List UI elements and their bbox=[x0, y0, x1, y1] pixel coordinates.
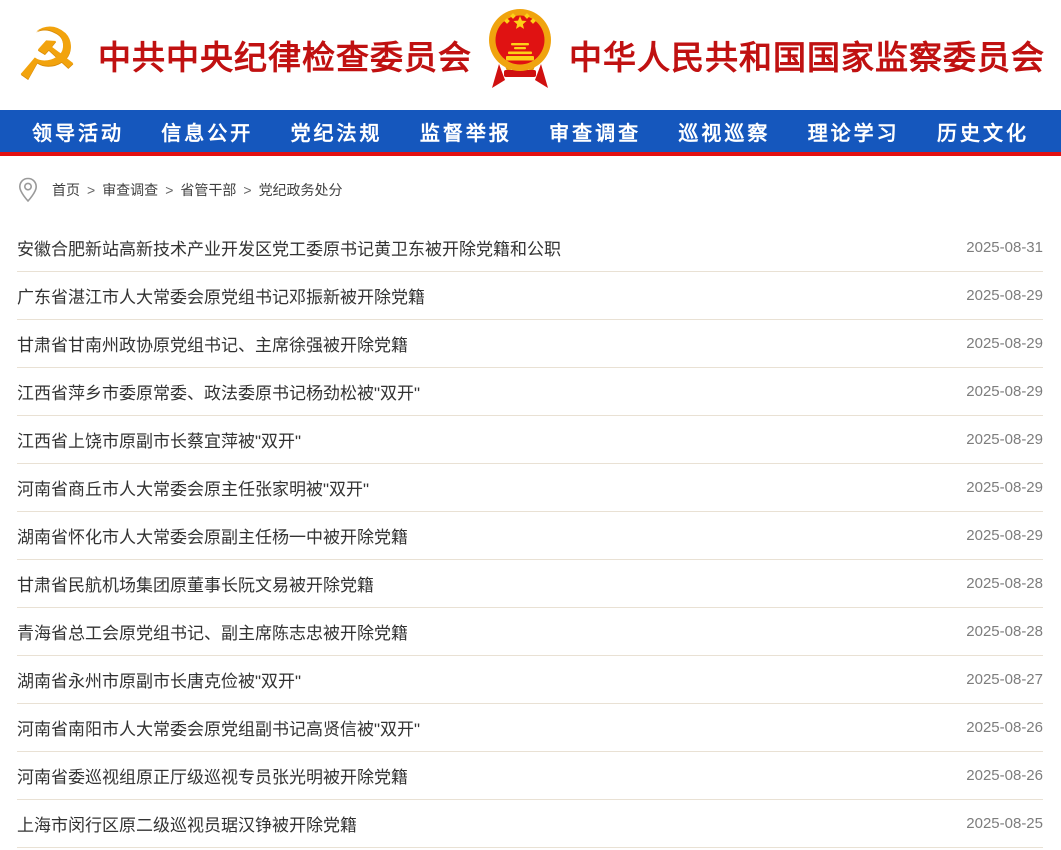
news-date: 2025-08-29 bbox=[966, 383, 1043, 400]
nav-item-party-regulations[interactable]: 党纪法规 bbox=[291, 117, 383, 146]
breadcrumb-separator: > bbox=[87, 182, 95, 198]
breadcrumb-separator: > bbox=[165, 182, 173, 198]
news-row: 上海市闵行区原二级巡视员琚汉铮被开除党籍 2025-08-25 bbox=[17, 800, 1043, 848]
national-emblem-icon bbox=[487, 6, 553, 105]
news-date: 2025-08-29 bbox=[966, 335, 1043, 352]
news-title-link[interactable]: 河南省南阳市人大常委会原党组副书记高贤信被"双开" bbox=[17, 715, 420, 740]
news-row: 河南省商丘市人大常委会原主任张家明被"双开" 2025-08-29 bbox=[17, 464, 1043, 512]
news-date: 2025-08-28 bbox=[966, 623, 1043, 640]
party-emblem-icon: ☭ bbox=[12, 17, 82, 93]
news-row: 河南省委巡视组原正厅级巡视专员张光明被开除党籍 2025-08-26 bbox=[17, 752, 1043, 800]
nav-item-info-disclosure[interactable]: 信息公开 bbox=[161, 117, 253, 146]
org-ccdi-title: 中共中央纪律检查委员会 bbox=[98, 31, 472, 79]
news-title-link[interactable]: 上海市闵行区原二级巡视员琚汉铮被开除党籍 bbox=[17, 811, 357, 836]
news-title-link[interactable]: 河南省委巡视组原正厅级巡视专员张光明被开除党籍 bbox=[17, 763, 408, 788]
news-row: 甘肃省甘南州政协原党组书记、主席徐强被开除党籍 2025-08-29 bbox=[17, 320, 1043, 368]
news-row: 甘肃省民航机场集团原董事长阮文易被开除党籍 2025-08-28 bbox=[17, 560, 1043, 608]
news-date: 2025-08-26 bbox=[966, 767, 1043, 784]
news-title-link[interactable]: 湖南省永州市原副市长唐克俭被"双开" bbox=[17, 667, 301, 692]
breadcrumb: 首页 > 审查调查 > 省管干部 > 党纪政务处分 bbox=[0, 156, 1061, 224]
nav-item-theory-study[interactable]: 理论学习 bbox=[808, 117, 900, 146]
nav-item-leader-activity[interactable]: 领导活动 bbox=[32, 117, 124, 146]
news-title-link[interactable]: 安徽合肥新站高新技术产业开发区党工委原书记黄卫东被开除党籍和公职 bbox=[17, 235, 561, 260]
nav-item-supervision-report[interactable]: 监督举报 bbox=[420, 117, 512, 146]
org-nsc-title: 中华人民共和国国家监察委员会 bbox=[569, 31, 1045, 79]
location-pin-icon bbox=[18, 177, 38, 203]
nav-item-history-culture[interactable]: 历史文化 bbox=[937, 117, 1029, 146]
news-row: 湖南省怀化市人大常委会原副主任杨一中被开除党籍 2025-08-29 bbox=[17, 512, 1043, 560]
news-title-link[interactable]: 青海省总工会原党组书记、副主席陈志忠被开除党籍 bbox=[17, 619, 408, 644]
news-date: 2025-08-28 bbox=[966, 575, 1043, 592]
news-date: 2025-08-29 bbox=[966, 479, 1043, 496]
news-row: 广东省湛江市人大常委会原党组书记邓振新被开除党籍 2025-08-29 bbox=[17, 272, 1043, 320]
breadcrumb-separator: > bbox=[243, 182, 251, 198]
news-title-link[interactable]: 湖南省怀化市人大常委会原副主任杨一中被开除党籍 bbox=[17, 523, 408, 548]
main-nav: 领导活动 信息公开 党纪法规 监督举报 审查调查 巡视巡察 理论学习 历史文化 bbox=[0, 110, 1061, 156]
breadcrumb-current-page: 党纪政务处分 bbox=[259, 180, 343, 200]
news-date: 2025-08-27 bbox=[966, 671, 1043, 688]
org-ccdi-logo[interactable]: ☭ 中共中央纪律检查委员会 bbox=[12, 17, 472, 93]
news-list: 安徽合肥新站高新技术产业开发区党工委原书记黄卫东被开除党籍和公职 2025-08… bbox=[0, 224, 1061, 848]
news-title-link[interactable]: 河南省商丘市人大常委会原主任张家明被"双开" bbox=[17, 475, 369, 500]
news-title-link[interactable]: 甘肃省甘南州政协原党组书记、主席徐强被开除党籍 bbox=[17, 331, 408, 356]
news-row: 江西省上饶市原副市长蔡宜萍被"双开" 2025-08-29 bbox=[17, 416, 1043, 464]
news-date: 2025-08-29 bbox=[966, 431, 1043, 448]
news-date: 2025-08-26 bbox=[966, 719, 1043, 736]
site-header: ☭ 中共中央纪律检查委员会 bbox=[0, 0, 1061, 110]
news-row: 江西省萍乡市委原常委、政法委原书记杨劲松被"双开" 2025-08-29 bbox=[17, 368, 1043, 416]
news-title-link[interactable]: 广东省湛江市人大常委会原党组书记邓振新被开除党籍 bbox=[17, 283, 425, 308]
news-title-link[interactable]: 甘肃省民航机场集团原董事长阮文易被开除党籍 bbox=[17, 571, 374, 596]
breadcrumb-home[interactable]: 首页 bbox=[52, 180, 80, 200]
news-row: 青海省总工会原党组书记、副主席陈志忠被开除党籍 2025-08-28 bbox=[17, 608, 1043, 656]
org-nsc-logo[interactable]: 中华人民共和国国家监察委员会 bbox=[487, 6, 1045, 105]
nav-item-inspection-tour[interactable]: 巡视巡察 bbox=[678, 117, 770, 146]
news-date: 2025-08-29 bbox=[966, 287, 1043, 304]
news-row: 湖南省永州市原副市长唐克俭被"双开" 2025-08-27 bbox=[17, 656, 1043, 704]
breadcrumb-review-investigation[interactable]: 审查调查 bbox=[102, 180, 158, 200]
news-title-link[interactable]: 江西省上饶市原副市长蔡宜萍被"双开" bbox=[17, 427, 301, 452]
nav-item-review-investigation[interactable]: 审查调查 bbox=[549, 117, 641, 146]
news-row: 河南省南阳市人大常委会原党组副书记高贤信被"双开" 2025-08-26 bbox=[17, 704, 1043, 752]
news-date: 2025-08-25 bbox=[966, 815, 1043, 832]
news-date: 2025-08-29 bbox=[966, 527, 1043, 544]
news-date: 2025-08-31 bbox=[966, 239, 1043, 256]
news-row: 安徽合肥新站高新技术产业开发区党工委原书记黄卫东被开除党籍和公职 2025-08… bbox=[17, 224, 1043, 272]
news-title-link[interactable]: 江西省萍乡市委原常委、政法委原书记杨劲松被"双开" bbox=[17, 379, 420, 404]
breadcrumb-provincial-cadres[interactable]: 省管干部 bbox=[180, 180, 236, 200]
